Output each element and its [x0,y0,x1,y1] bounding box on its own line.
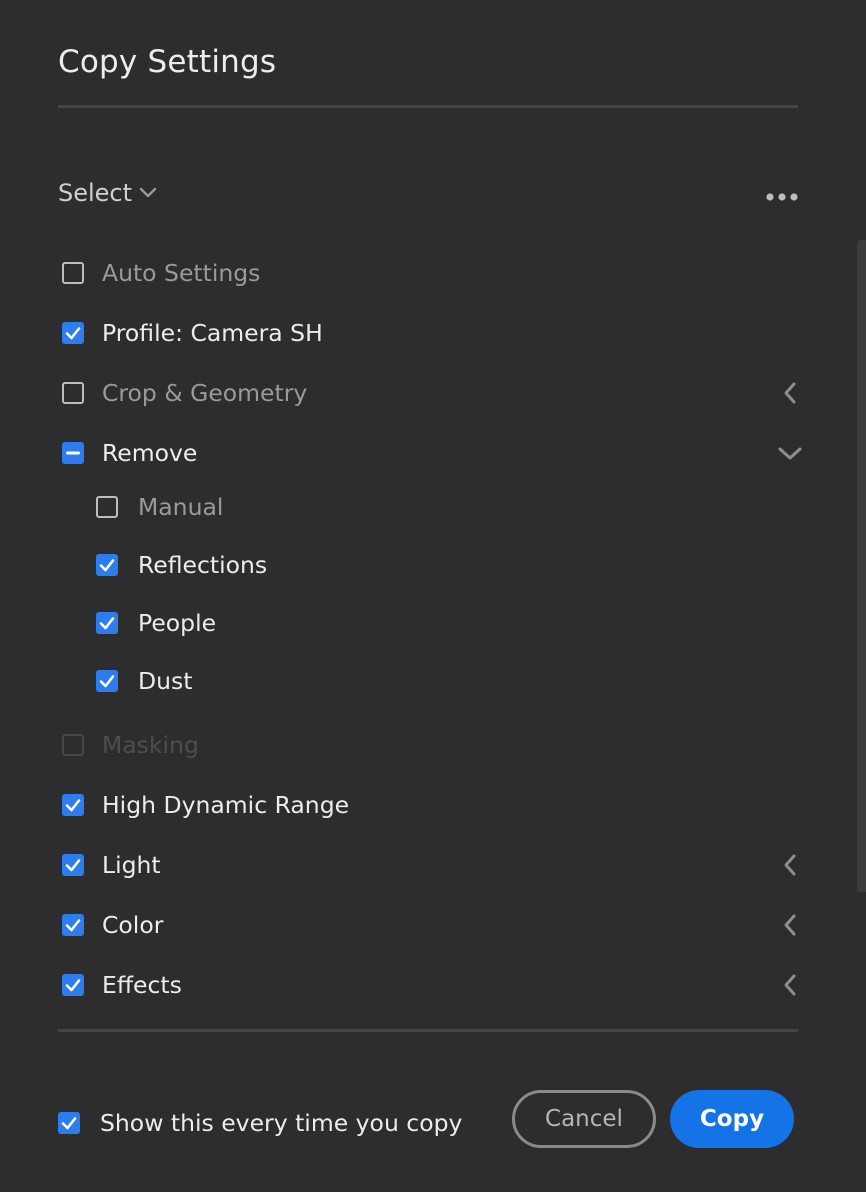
crop-geometry-label[interactable]: Crop & Geometry [102,373,307,413]
show-every-time-checkbox[interactable] [58,1112,80,1134]
checkmark-icon [65,919,81,932]
dialog-title: Copy Settings [58,44,277,80]
checkmark-icon [65,859,81,872]
setting-row-reflections[interactable]: Reflections [0,545,866,585]
high-dynamic-range-label[interactable]: High Dynamic Range [102,785,349,825]
remove-label[interactable]: Remove [102,433,197,473]
setting-row-people[interactable]: People [0,603,866,643]
setting-row-remove[interactable]: Remove [0,433,866,473]
reflections-label[interactable]: Reflections [138,545,267,585]
dust-checkbox[interactable] [96,670,118,692]
setting-row-auto-settings[interactable]: Auto Settings [0,253,866,293]
color-checkbox[interactable] [62,914,84,936]
setting-row-masking: Masking [0,725,866,765]
copy-settings-dialog: Copy Settings Select Auto Settings Profil… [0,0,866,1192]
masking-label: Masking [102,731,199,759]
select-dropdown[interactable]: Select [58,174,158,212]
light-checkbox[interactable] [62,854,84,876]
reflections-checkbox[interactable] [96,554,118,576]
checkmark-icon [65,799,81,812]
cancel-button[interactable]: Cancel [512,1090,656,1148]
remove-expand-toggle[interactable] [777,440,802,466]
manual-label[interactable]: Manual [138,487,223,527]
setting-row-effects[interactable]: Effects [0,965,866,1005]
setting-row-manual[interactable]: Manual [0,487,866,527]
profile-camera-sh-label[interactable]: Profile: Camera SH [102,313,323,353]
checkmark-icon [65,327,81,340]
effects-label[interactable]: Effects [102,965,182,1005]
show-every-time-label[interactable]: Show this every time you copy [100,1103,462,1143]
remove-checkbox[interactable] [62,442,84,464]
checkmark-icon [99,617,115,630]
footer-divider [58,1029,798,1032]
setting-row-light[interactable]: Light [0,845,866,885]
chevron-left-icon [784,854,796,876]
setting-row-dust[interactable]: Dust [0,661,866,701]
chevron-left-icon [784,914,796,936]
checkmark-icon [61,1117,77,1130]
auto-settings-checkbox[interactable] [62,262,84,284]
effects-checkbox[interactable] [62,974,84,996]
select-label: Select [58,179,133,207]
checkmark-icon [99,559,115,572]
chevron-down-icon [139,187,157,198]
checkmark-icon [65,979,81,992]
setting-row-high-dynamic-range[interactable]: High Dynamic Range [0,785,866,825]
more-horizontal-icon [766,193,798,201]
manual-checkbox[interactable] [96,496,118,518]
dust-label[interactable]: Dust [138,661,192,701]
profile-camera-sh-checkbox[interactable] [62,322,84,344]
people-label[interactable]: People [138,603,216,643]
high-dynamic-range-checkbox[interactable] [62,794,84,816]
chevron-down-icon [778,447,802,460]
indeterminate-icon [66,451,80,455]
setting-row-color[interactable]: Color [0,905,866,945]
setting-row-crop-geometry[interactable]: Crop & Geometry [0,373,866,413]
color-expand-toggle[interactable] [778,912,802,938]
header-divider [58,105,798,108]
masking-checkbox [62,734,84,756]
crop-geometry-checkbox[interactable] [62,382,84,404]
chevron-left-icon [784,974,796,996]
people-checkbox[interactable] [96,612,118,634]
setting-row-profile-camera-sh[interactable]: Profile: Camera SH [0,313,866,353]
light-label[interactable]: Light [102,845,161,885]
color-label[interactable]: Color [102,905,163,945]
more-options-button[interactable] [760,182,804,212]
crop-geometry-expand-toggle[interactable] [778,380,802,406]
chevron-left-icon [784,382,796,404]
auto-settings-label[interactable]: Auto Settings [102,253,260,293]
light-expand-toggle[interactable] [778,852,802,878]
copy-button[interactable]: Copy [670,1090,794,1148]
scrollbar[interactable] [857,240,866,892]
effects-expand-toggle[interactable] [778,972,802,998]
checkmark-icon [99,675,115,688]
